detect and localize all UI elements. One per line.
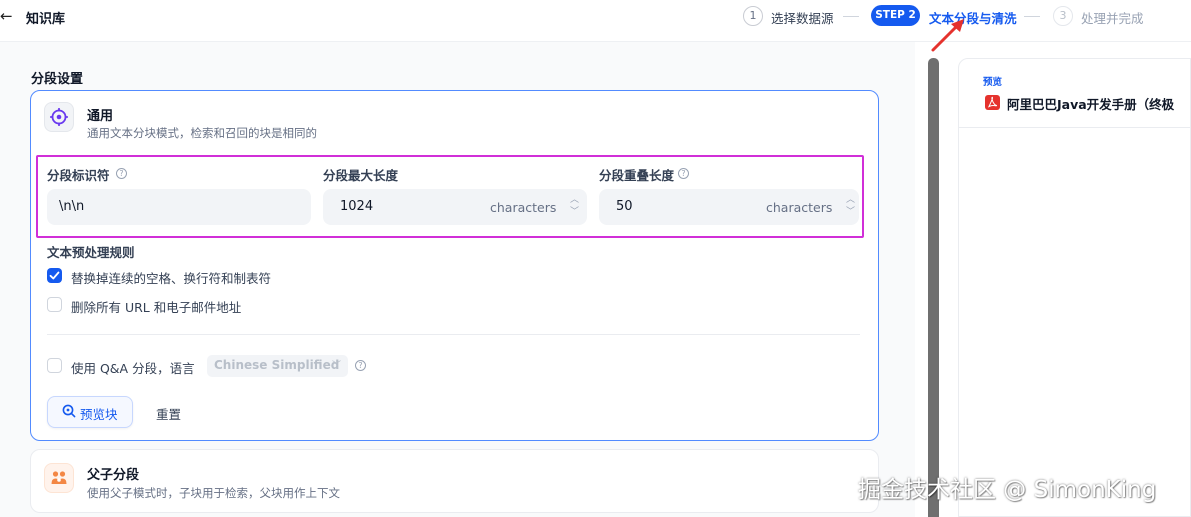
parent-child-icon bbox=[44, 463, 74, 493]
chevron-down-icon: ﹀ bbox=[332, 361, 342, 371]
preview-button-label: 预览块 bbox=[80, 407, 118, 422]
chevron-up-icon[interactable]: ︿ bbox=[570, 196, 579, 205]
step-2-badge: STEP 2 bbox=[871, 5, 920, 26]
step-1-number: 1 bbox=[743, 6, 763, 26]
qa-checkbox[interactable] bbox=[47, 358, 62, 373]
step-connector bbox=[843, 16, 859, 17]
separator-value: \n\n bbox=[59, 199, 85, 214]
parent-child-mode-card[interactable] bbox=[30, 449, 879, 513]
overlap-value: 50 bbox=[616, 199, 633, 214]
max-length-label: 分段最大长度 bbox=[323, 168, 399, 183]
annotation-arrow-icon bbox=[931, 19, 964, 52]
overlap-unit: characters bbox=[766, 200, 833, 215]
step-3-number: 3 bbox=[1053, 6, 1073, 26]
section-title: 分段设置 bbox=[31, 72, 84, 87]
watermark-text: 掘金技术社区 @ SimonKing bbox=[858, 477, 1157, 503]
divider bbox=[47, 334, 860, 335]
search-icon bbox=[62, 404, 76, 418]
arrow-left-icon[interactable]: ← bbox=[0, 8, 16, 24]
preview-label: 预览 bbox=[983, 77, 1003, 88]
scrollbar[interactable] bbox=[928, 58, 939, 517]
general-settings-icon bbox=[44, 102, 74, 132]
chevron-up-icon[interactable]: ︿ bbox=[846, 196, 855, 205]
divider bbox=[959, 127, 1191, 128]
page-title: 知识库 bbox=[26, 12, 66, 27]
top-bar: ← 知识库 1 选择数据源 STEP 2 文本分段与清洗 3 处理并完成 bbox=[0, 0, 1191, 52]
check-icon bbox=[49, 271, 60, 280]
chevron-down-icon[interactable]: ﹀ bbox=[570, 208, 579, 217]
chevron-down-icon[interactable]: ﹀ bbox=[846, 208, 855, 217]
step-1-label[interactable]: 选择数据源 bbox=[771, 8, 834, 27]
rule-1-checkbox[interactable] bbox=[47, 268, 62, 283]
max-length-unit: characters bbox=[490, 200, 557, 215]
qa-label: 使用 Q&A 分段，语言 bbox=[71, 361, 195, 376]
rule-2-checkbox[interactable] bbox=[47, 297, 62, 312]
overlap-label: 分段重叠长度 bbox=[599, 168, 675, 183]
reset-button-label: 重置 bbox=[156, 407, 182, 422]
step-connector bbox=[1024, 16, 1040, 17]
parent-child-description: 使用父子模式时，子块用于检索，父块用作上下文 bbox=[87, 486, 340, 500]
rules-title: 文本预处理规则 bbox=[47, 245, 135, 260]
separator-input[interactable] bbox=[47, 189, 311, 225]
pdf-icon bbox=[985, 95, 1000, 110]
max-length-value: 1024 bbox=[340, 199, 374, 214]
step-3-label: 处理并完成 bbox=[1081, 11, 1144, 26]
separator-label: 分段标识符 bbox=[47, 168, 110, 183]
rule-2-label: 删除所有 URL 和电子邮件地址 bbox=[71, 300, 242, 315]
help-icon[interactable]: ? bbox=[355, 360, 366, 371]
help-icon[interactable]: ? bbox=[678, 168, 689, 179]
rule-1-label: 替换掉连续的空格、换行符和制表符 bbox=[71, 271, 272, 286]
parent-child-title: 父子分段 bbox=[87, 468, 140, 483]
general-title: 通用 bbox=[87, 109, 114, 124]
general-description: 通用文本分块模式，检索和召回的块是相同的 bbox=[87, 126, 317, 140]
document-title[interactable]: 阿里巴巴Java开发手册（终极 bbox=[1007, 94, 1174, 113]
general-mode-card[interactable] bbox=[30, 90, 879, 441]
help-icon[interactable]: ? bbox=[116, 168, 127, 179]
language-value: Chinese Simplified bbox=[214, 358, 340, 372]
